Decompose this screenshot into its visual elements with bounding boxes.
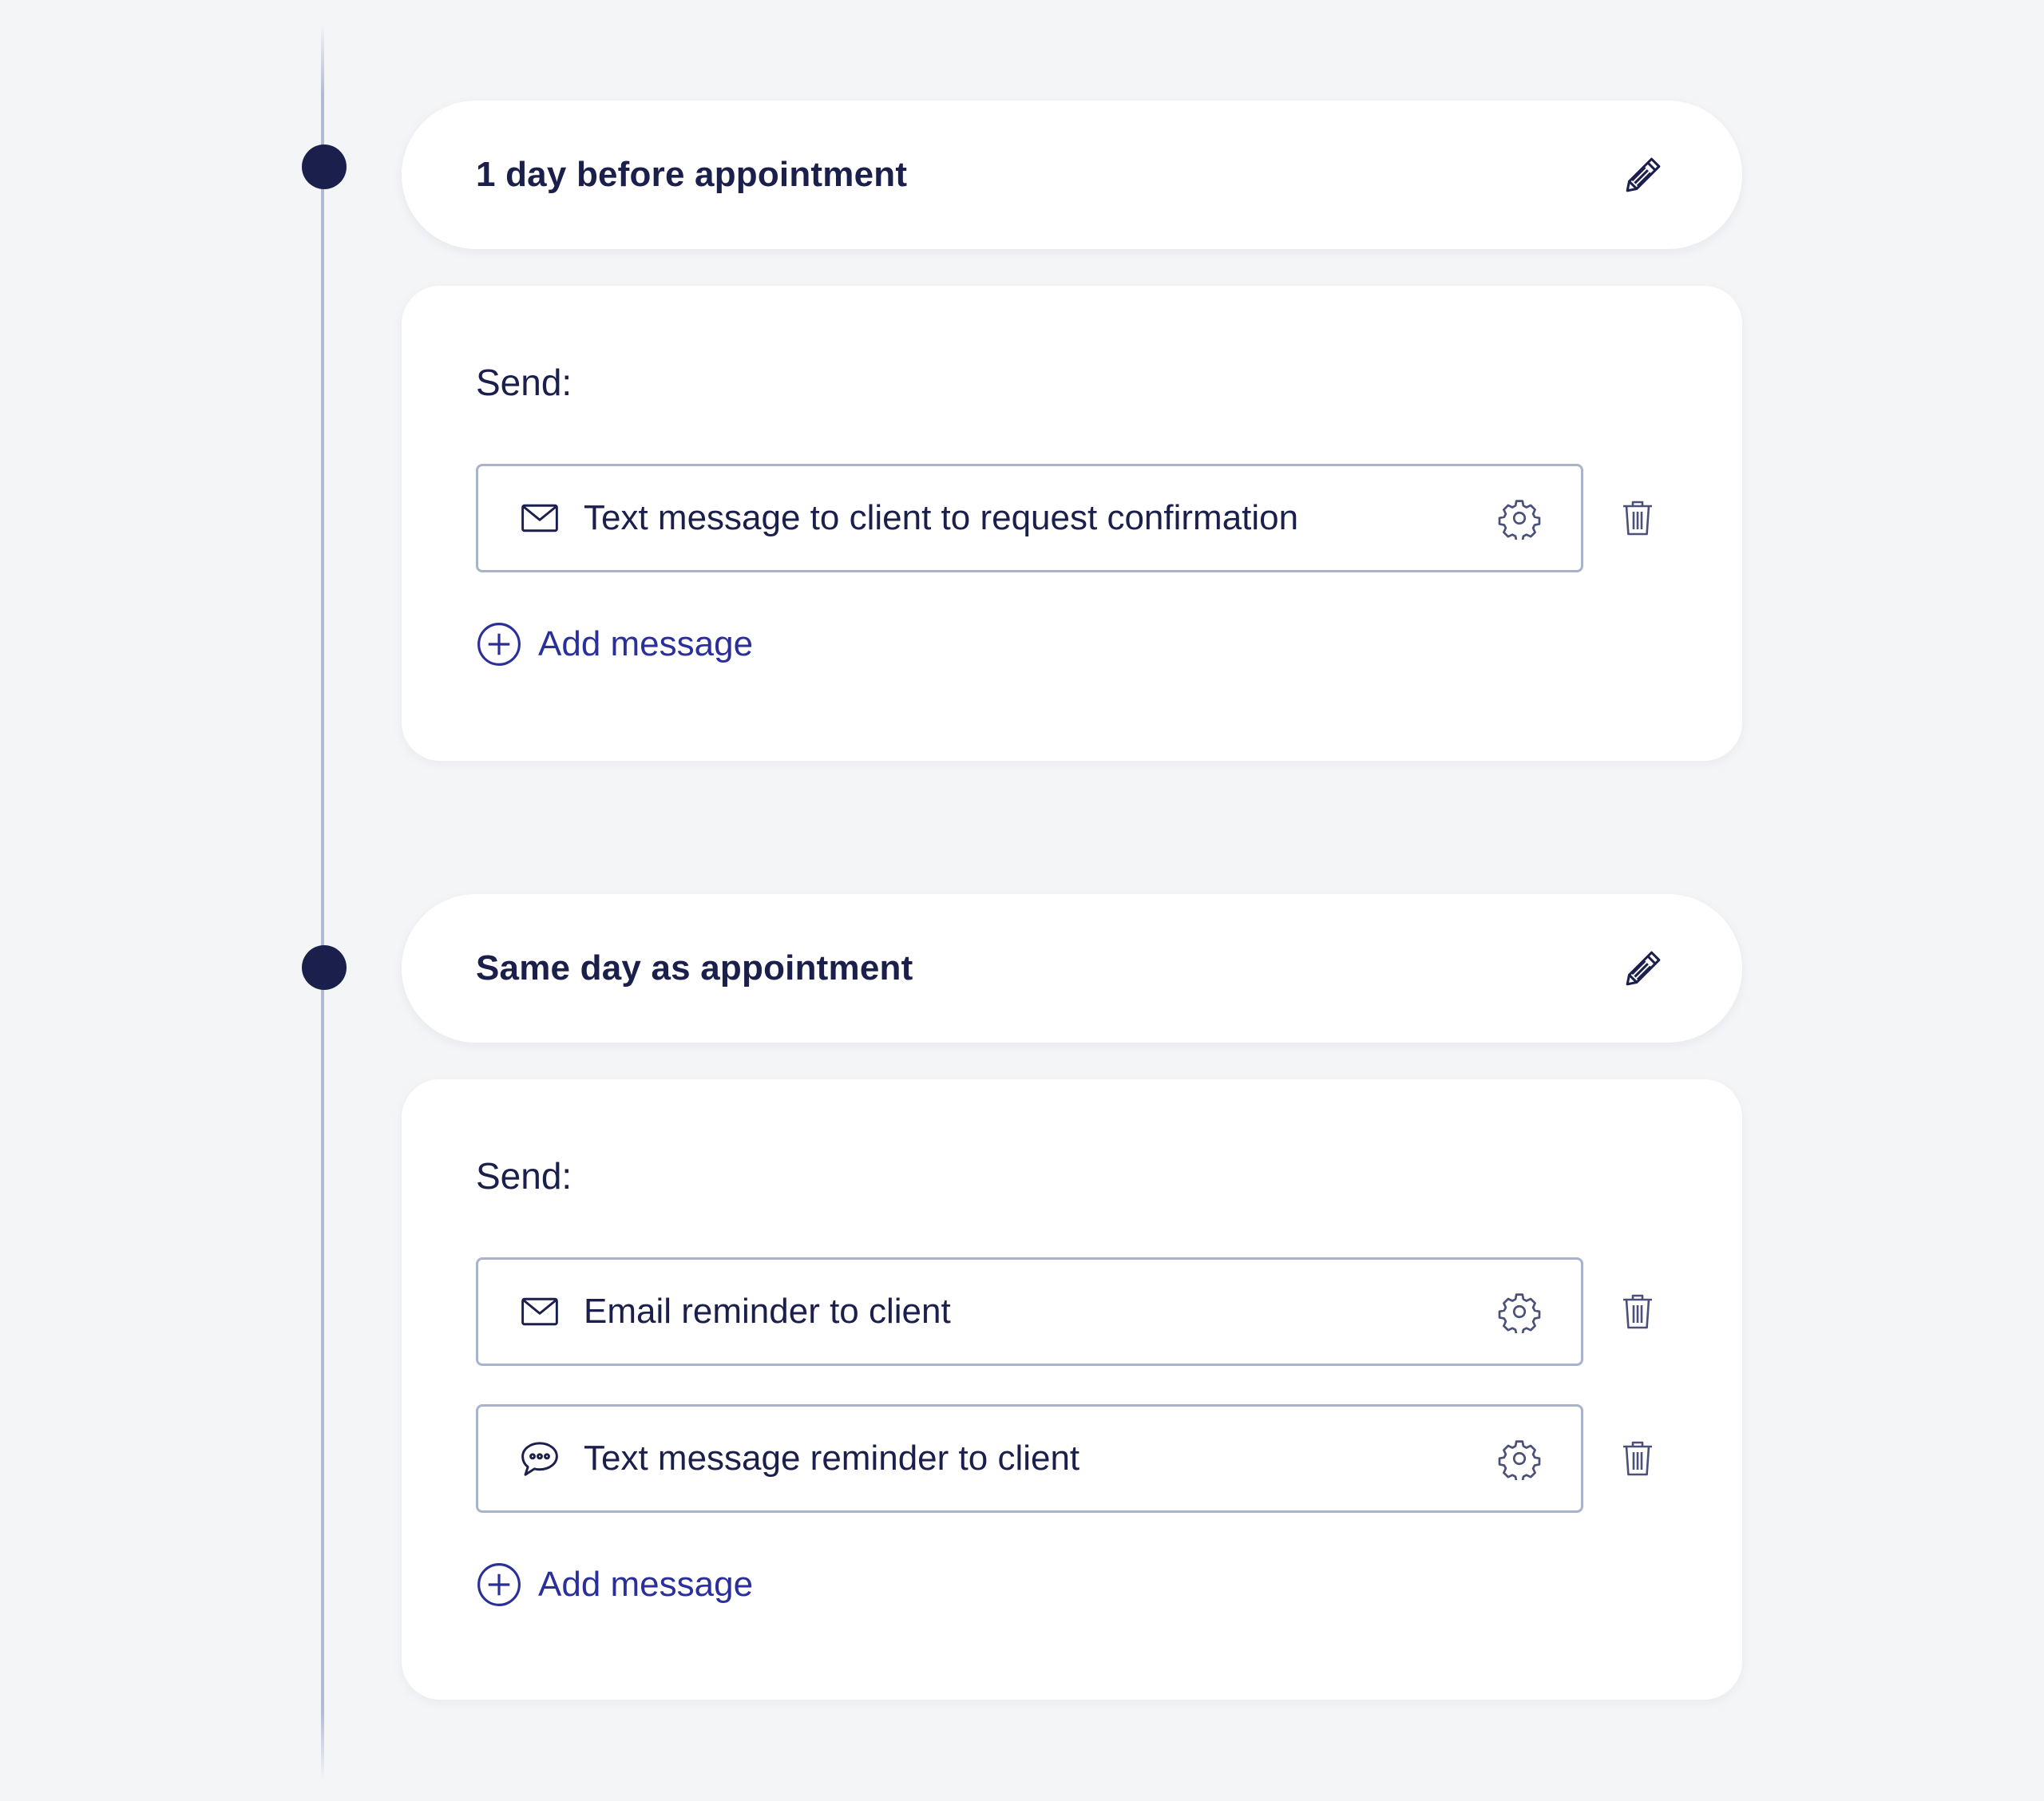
message-list: Text message to client to request confir… [476,464,1666,572]
trash-icon [1623,501,1653,536]
group-body: Send: Email reminder to client Text mess… [402,1079,1742,1700]
timeline-dot-2 [302,945,347,990]
reminder-group-1: 1 day before appointment Send: Text mess… [402,101,1742,761]
chat-bubble-icon [521,1442,558,1476]
add-message-button[interactable]: Add message [476,1562,1666,1607]
trash-icon [1623,1441,1653,1476]
timeline-line [321,24,324,1780]
pencil-icon [1626,951,1661,986]
edit-button[interactable] [1621,152,1666,197]
delete-message-button[interactable] [1610,1284,1666,1340]
group-title: 1 day before appointment [476,155,908,194]
message-item[interactable]: Email reminder to client [476,1257,1583,1366]
add-message-label: Add message [538,624,754,663]
envelope-icon [521,1297,558,1326]
message-label: Text message to client to request confir… [584,498,1299,537]
message-settings-button[interactable] [1498,497,1541,540]
gear-icon [1498,1440,1541,1480]
gear-icon [1498,500,1541,540]
group-header: 1 day before appointment [402,101,1742,249]
group-body: Send: Text message to client to request … [402,286,1742,761]
message-item[interactable]: Text message reminder to client [476,1404,1583,1513]
plus-circle-icon [477,1563,521,1606]
plus-circle-icon [477,623,521,666]
edit-button[interactable] [1621,946,1666,991]
group-title: Same day as appointment [476,948,913,988]
timeline-dot-1 [302,144,347,189]
trash-icon [1623,1294,1653,1329]
envelope-icon [521,504,558,532]
message-row: Text message to client to request confir… [476,464,1666,572]
reminder-group-2: Same day as appointment Send: Email remi… [402,894,1742,1700]
message-label: Text message reminder to client [584,1439,1080,1478]
pencil-icon [1626,157,1661,192]
group-header: Same day as appointment [402,894,1742,1043]
add-message-button[interactable]: Add message [476,622,1666,667]
send-label: Send: [476,362,572,403]
message-settings-button[interactable] [1498,1290,1541,1333]
message-label: Email reminder to client [584,1292,951,1331]
message-row: Email reminder to client [476,1257,1666,1366]
message-list: Email reminder to client Text message re… [476,1257,1666,1513]
message-row: Text message reminder to client [476,1404,1666,1513]
message-item[interactable]: Text message to client to request confir… [476,464,1583,572]
add-message-label: Add message [538,1565,754,1604]
send-label: Send: [476,1155,572,1197]
gear-icon [1498,1293,1541,1333]
delete-message-button[interactable] [1610,1431,1666,1486]
delete-message-button[interactable] [1610,490,1666,546]
message-settings-button[interactable] [1498,1437,1541,1480]
